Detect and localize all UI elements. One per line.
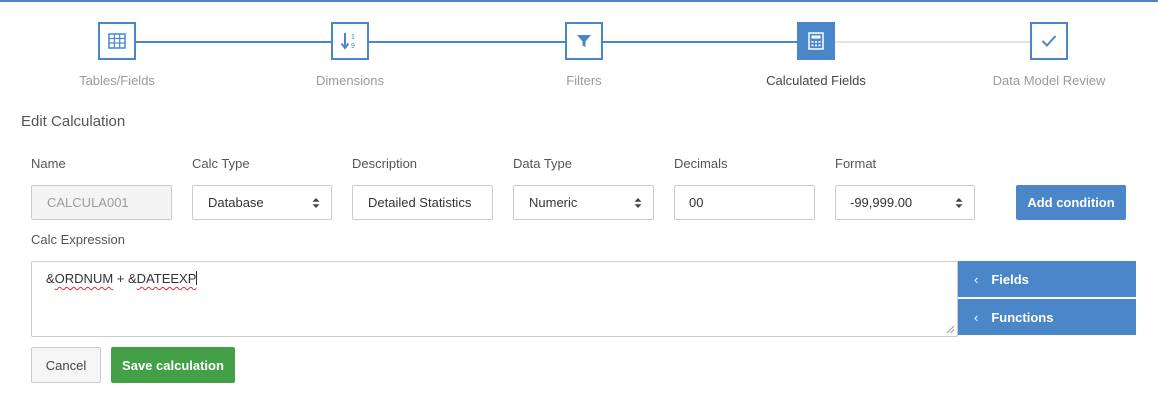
calculator-icon (797, 22, 835, 60)
calc-type-label: Calc Type (192, 156, 250, 171)
step-label: Data Model Review (992, 73, 1106, 88)
step-label: Filters (566, 73, 602, 88)
calc-type-select[interactable]: Database (192, 185, 332, 220)
decimals-value: 00 (689, 195, 704, 210)
data-type-label: Data Type (513, 156, 573, 171)
text-cursor (196, 271, 198, 285)
decimals-label: Decimals (674, 156, 728, 171)
format-select[interactable]: -99,999.00 (835, 185, 975, 220)
svg-text:1: 1 (351, 34, 355, 41)
name-value: CALCULA001 (47, 195, 129, 210)
step-dimensions[interactable]: 19 Dimensions (270, 22, 430, 88)
wizard-stepper: Tables/Fields 19 Dimensions Filters Calc… (0, 2, 1158, 102)
select-arrows-icon (955, 198, 963, 208)
add-condition-button[interactable]: Add condition (1016, 185, 1126, 220)
cancel-button[interactable]: Cancel (31, 347, 101, 383)
svg-text:9: 9 (351, 43, 355, 50)
spellcheck-word: ORDNUM (54, 271, 114, 286)
decimals-input[interactable]: 00 (674, 185, 815, 220)
name-field: CALCULA001 (31, 185, 172, 220)
step-data-model-review[interactable]: Data Model Review (969, 22, 1129, 88)
select-arrows-icon (634, 198, 642, 208)
step-label: Calculated Fields (766, 73, 866, 88)
calc-type-value: Database (208, 195, 264, 210)
section-title: Edit Calculation (21, 113, 126, 130)
description-input[interactable]: Detailed Statistics (352, 185, 493, 220)
fields-label: Fields (991, 271, 1029, 287)
format-label: Format (835, 156, 877, 171)
sort-numeric-icon: 19 (331, 22, 369, 60)
data-type-select[interactable]: Numeric (513, 185, 654, 220)
description-label: Description (352, 156, 418, 171)
fields-panel-button[interactable]: ‹ Fields (958, 261, 1136, 297)
functions-label: Functions (991, 309, 1054, 325)
expression-text: &ORDNUM + &DATEEXP (46, 271, 197, 286)
wizard-progress-line (117, 41, 816, 43)
description-value: Detailed Statistics (368, 195, 472, 210)
format-value: -99,999.00 (850, 195, 913, 210)
chevron-left-icon: ‹ (974, 271, 979, 287)
step-label: Tables/Fields (79, 73, 155, 88)
calc-expression-textarea[interactable]: &ORDNUM + &DATEEXP (31, 261, 958, 337)
spellcheck-word: DATEEXP (136, 271, 197, 286)
resize-handle-icon[interactable] (945, 324, 955, 334)
functions-panel-button[interactable]: ‹ Functions (958, 299, 1136, 335)
step-label: Dimensions (316, 73, 384, 88)
save-calculation-button[interactable]: Save calculation (111, 347, 235, 383)
step-tables-fields[interactable]: Tables/Fields (37, 22, 197, 88)
filter-icon (565, 22, 603, 60)
check-icon (1030, 22, 1068, 60)
step-filters[interactable]: Filters (504, 22, 664, 88)
step-calculated-fields[interactable]: Calculated Fields (736, 22, 896, 88)
name-label: Name (31, 156, 66, 171)
data-type-value: Numeric (529, 195, 578, 210)
table-icon (98, 22, 136, 60)
select-arrows-icon (312, 198, 320, 208)
calc-expression-label: Calc Expression (31, 232, 125, 247)
chevron-left-icon: ‹ (974, 309, 979, 325)
